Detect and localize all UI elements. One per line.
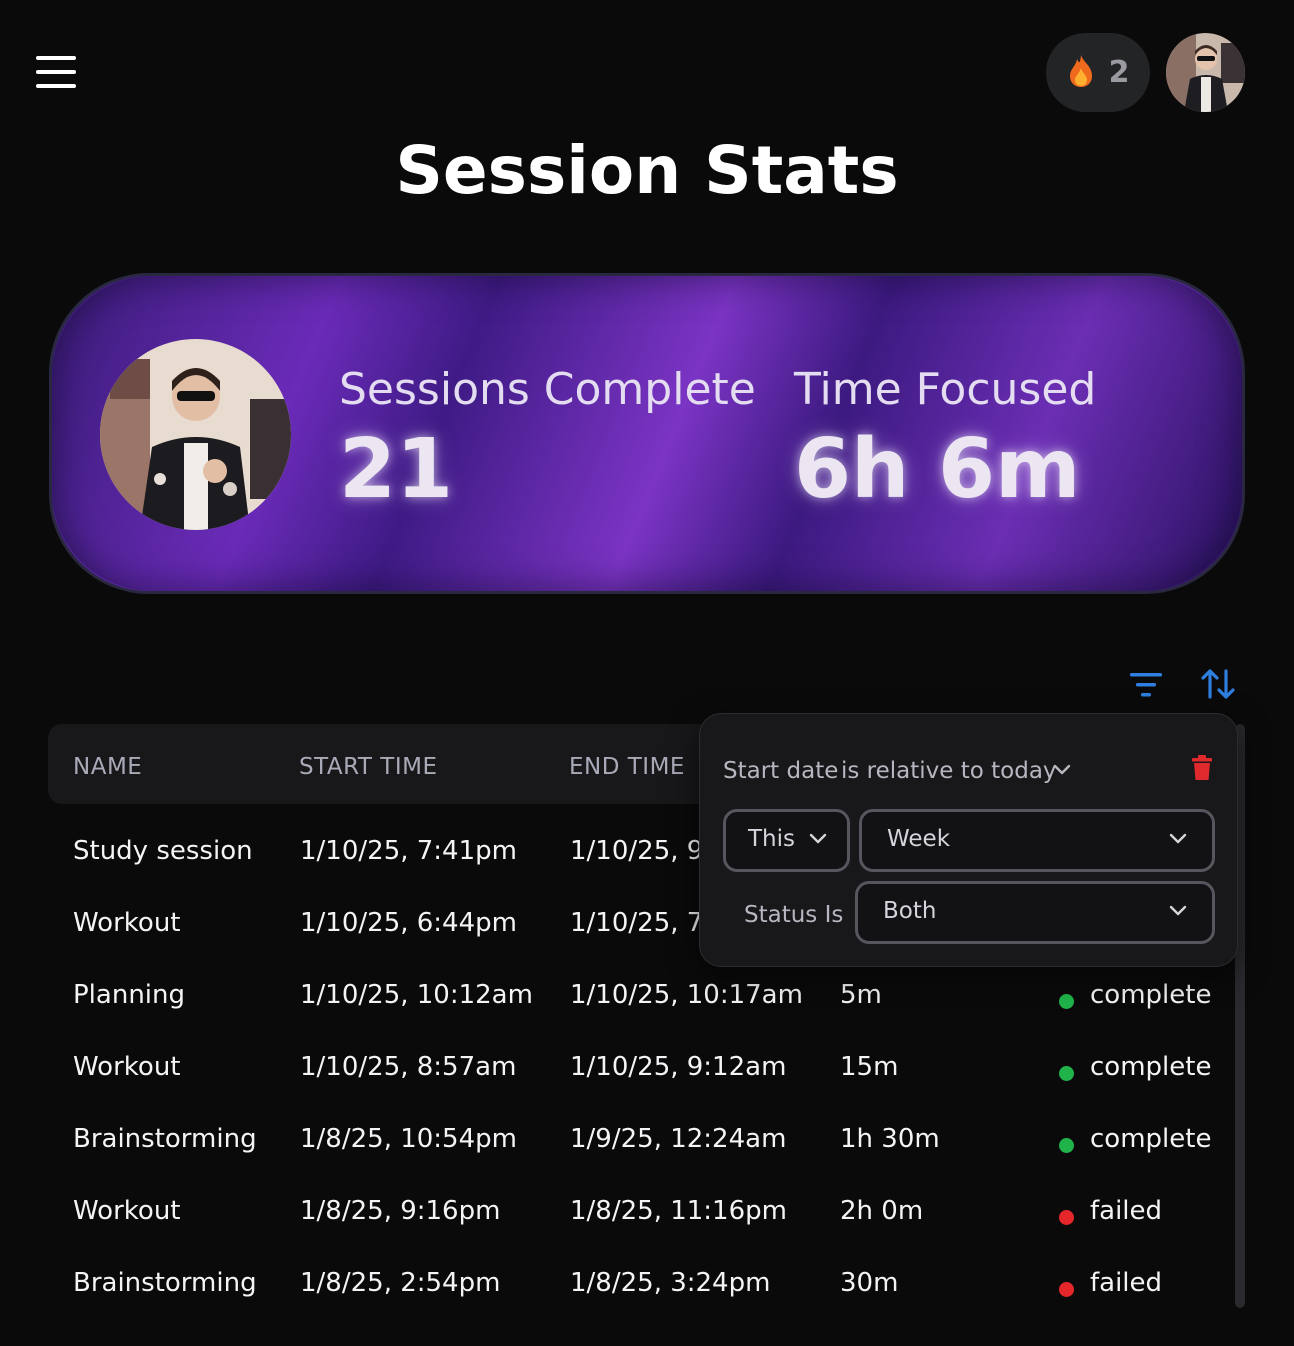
fire-icon (1067, 54, 1095, 92)
status-filter-label: Status Is (744, 902, 844, 928)
sessions-complete-label: Sessions Complete (339, 364, 756, 415)
session-start: 1/8/25, 2:54pm (300, 1268, 501, 1298)
chevron-down-icon[interactable] (1052, 762, 1072, 781)
table-row[interactable]: Planning 1/10/25, 10:12am 1/10/25, 10:17… (0, 958, 1240, 1030)
session-status: complete (1090, 1052, 1212, 1082)
status-dot-failed (1059, 1282, 1074, 1297)
session-duration: 2h 0m (840, 1196, 924, 1226)
session-name: Planning (73, 980, 185, 1010)
time-focused-value: 6h 6m (794, 422, 1081, 517)
filter-icon[interactable] (1126, 664, 1166, 704)
status-select[interactable]: Both (855, 881, 1215, 944)
chevron-down-icon (1168, 903, 1188, 922)
column-header-name[interactable]: NAME (73, 754, 142, 780)
table-row[interactable]: Workout 1/8/25, 9:16pm 1/8/25, 11:16pm 2… (0, 1174, 1240, 1246)
relative-choice-select[interactable]: This (723, 809, 850, 872)
session-duration: 15m (840, 1052, 899, 1082)
session-end: 1/10/25, 9: (570, 836, 713, 866)
status-dot-complete (1059, 1138, 1074, 1153)
column-header-start-time[interactable]: START TIME (299, 754, 437, 780)
session-status: failed (1090, 1268, 1163, 1298)
status-dot-complete (1059, 994, 1074, 1009)
session-status: complete (1090, 980, 1212, 1010)
session-start: 1/10/25, 10:12am (300, 980, 533, 1010)
session-end: 1/9/25, 12:24am (570, 1124, 787, 1154)
chevron-down-icon (1168, 831, 1188, 850)
streak-badge[interactable]: 2 (1046, 33, 1150, 112)
filter-panel: Start date is relative to today This Wee… (699, 713, 1238, 967)
status-dot-failed (1059, 1210, 1074, 1225)
session-duration: 5m (840, 980, 882, 1010)
table-row[interactable]: Brainstorming 1/8/25, 2:54pm 1/8/25, 3:2… (0, 1246, 1240, 1318)
stats-card: Sessions Complete 21 Time Focused 6h 6m (49, 273, 1245, 594)
user-avatar[interactable] (1166, 33, 1245, 112)
period-select[interactable]: Week (859, 809, 1215, 872)
session-name: Brainstorming (73, 1124, 257, 1154)
filter-operator-select[interactable]: is relative to today (841, 758, 1057, 784)
session-name: Workout (73, 1052, 181, 1082)
column-header-end-time[interactable]: END TIME (569, 754, 685, 780)
session-end: 1/10/25, 10:17am (570, 980, 803, 1010)
session-name: Study session (73, 836, 253, 866)
session-status: failed (1090, 1196, 1163, 1226)
time-focused-label: Time Focused (794, 364, 1097, 415)
trash-icon[interactable] (1190, 755, 1214, 785)
session-end: 1/10/25, 9:12am (570, 1052, 787, 1082)
session-start: 1/8/25, 10:54pm (300, 1124, 517, 1154)
profile-photo (100, 339, 291, 530)
filter-field-label[interactable]: Start date (723, 758, 838, 784)
session-end: 1/8/25, 11:16pm (570, 1196, 787, 1226)
session-name: Workout (73, 908, 181, 938)
sessions-complete-value: 21 (339, 422, 454, 517)
chevron-down-icon (808, 831, 828, 850)
page-title: Session Stats (395, 132, 899, 209)
status-dot-complete (1059, 1066, 1074, 1081)
session-end: 1/10/25, 7: (570, 908, 713, 938)
session-duration: 1h 30m (840, 1124, 940, 1154)
session-start: 1/10/25, 6:44pm (300, 908, 517, 938)
session-start: 1/10/25, 7:41pm (300, 836, 517, 866)
session-start: 1/8/25, 9:16pm (300, 1196, 501, 1226)
hamburger-menu-icon[interactable] (36, 56, 76, 88)
period-value: Week (887, 826, 951, 852)
streak-count: 2 (1108, 55, 1130, 90)
session-start: 1/10/25, 8:57am (300, 1052, 517, 1082)
session-duration: 30m (840, 1268, 899, 1298)
session-status: complete (1090, 1124, 1212, 1154)
status-select-value: Both (883, 898, 937, 924)
table-row[interactable]: Workout 1/10/25, 8:57am 1/10/25, 9:12am … (0, 1030, 1240, 1102)
relative-choice-value: This (748, 826, 795, 852)
session-name: Brainstorming (73, 1268, 257, 1298)
session-name: Workout (73, 1196, 181, 1226)
session-end: 1/8/25, 3:24pm (570, 1268, 771, 1298)
sort-icon[interactable] (1198, 664, 1238, 704)
table-row[interactable]: Brainstorming 1/8/25, 10:54pm 1/9/25, 12… (0, 1102, 1240, 1174)
